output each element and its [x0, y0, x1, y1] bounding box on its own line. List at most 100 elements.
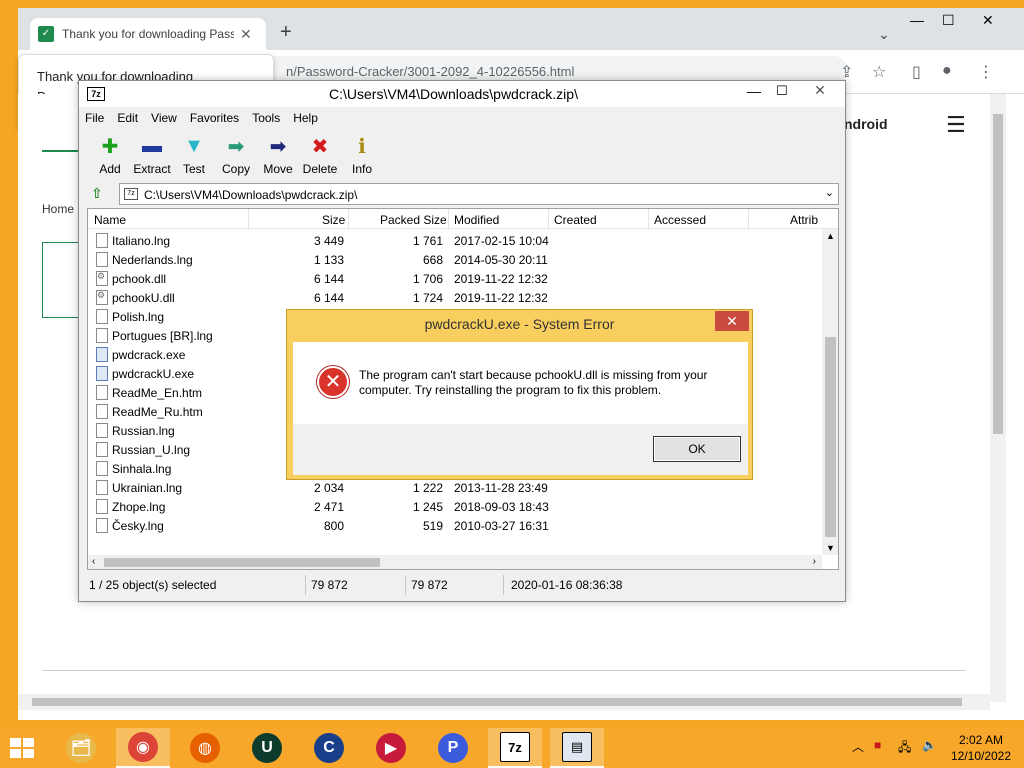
col-sep[interactable]: [248, 209, 249, 229]
file-name: Italiano.lng: [112, 234, 171, 248]
taskbar-notepad-button[interactable]: ▤: [550, 728, 604, 768]
col-attrib[interactable]: Attrib: [790, 213, 818, 227]
up-folder-icon[interactable]: ⇧: [91, 185, 103, 202]
col-created[interactable]: Created: [554, 213, 597, 227]
menu-view[interactable]: View: [151, 111, 177, 125]
list-vertical-scrollbar[interactable]: ▲ ▼: [822, 229, 838, 555]
taskbar-file-explorer-button[interactable]: 🗂: [54, 728, 108, 768]
file-name: Russian_U.lng: [112, 443, 191, 457]
site-nav-android[interactable]: ndroid: [844, 116, 888, 132]
toolbar-add-button[interactable]: ✚ Add: [89, 133, 131, 177]
7zip-title: C:\Users\VM4\Downloads\pwdcrack.zip\: [329, 86, 578, 102]
file-row[interactable]: pchook.dll 6 144 1 706 2019-11-22 12:32: [88, 269, 818, 288]
7zip-minimize-icon[interactable]: —: [747, 83, 761, 99]
profile-avatar-icon[interactable]: ●: [942, 62, 952, 80]
file-name: Portugues [BR].lng: [112, 329, 213, 343]
list-horizontal-scrollbar[interactable]: ‹ ›: [88, 555, 822, 569]
tray-chevron-icon[interactable]: ︿: [852, 738, 864, 755]
tray-recorder-icon[interactable]: ■: [874, 738, 881, 752]
7zip-address-input[interactable]: 7z C:\Users\VM4\Downloads\pwdcrack.zip\ …: [119, 183, 839, 205]
tray-network-icon[interactable]: 🖧: [898, 738, 911, 759]
col-sep[interactable]: [748, 209, 749, 229]
col-sep[interactable]: [348, 209, 349, 229]
minimize-icon[interactable]: —: [910, 12, 924, 28]
tab-search-chevron-icon[interactable]: ⌄: [878, 26, 890, 43]
menu-tools[interactable]: Tools: [252, 111, 280, 125]
tab-strip: ✓ Thank you for downloading Pass ✕ + ⌄ —…: [18, 8, 1024, 50]
start-windows-icon[interactable]: [10, 738, 36, 760]
new-tab-button[interactable]: +: [280, 22, 292, 42]
file-row[interactable]: Italiano.lng 3 449 1 761 2017-02-15 10:04: [88, 231, 818, 250]
toolbar-test-button[interactable]: ▼ Test: [173, 133, 215, 177]
toolbar-move-button[interactable]: ➡ Move: [257, 133, 299, 177]
hamburger-menu-icon[interactable]: ☰: [946, 112, 966, 138]
scroll-left-icon[interactable]: ‹: [92, 556, 95, 567]
col-packed-size[interactable]: Packed Size: [380, 213, 447, 227]
page-scroll-thumb[interactable]: [993, 114, 1003, 434]
menu-help[interactable]: Help: [293, 111, 318, 125]
file-row[interactable]: Zhope.lng 2 471 1 245 2018-09-03 18:43: [88, 497, 818, 516]
scroll-up-icon[interactable]: ▲: [826, 231, 835, 241]
file-row[interactable]: Ukrainian.lng 2 034 1 222 2013-11-28 23:49: [88, 478, 818, 497]
menu-favorites[interactable]: Favorites: [190, 111, 239, 125]
file-row[interactable]: Nederlands.lng 1 133 668 2014-05-30 20:11: [88, 250, 818, 269]
taskbar-p-app-button[interactable]: P: [426, 728, 480, 768]
7zip-maximize-icon[interactable]: ☐: [776, 83, 788, 99]
divider: [42, 670, 966, 671]
menu-edit[interactable]: Edit: [117, 111, 138, 125]
col-size[interactable]: Size: [322, 213, 345, 227]
breadcrumb-home[interactable]: Home: [42, 202, 74, 216]
col-sep[interactable]: [648, 209, 649, 229]
tray-volume-icon[interactable]: 🔈: [922, 738, 937, 752]
toolbar-delete-button[interactable]: ✖ Delete: [299, 133, 341, 177]
taskbar-ccleaner-button[interactable]: C: [302, 728, 356, 768]
toolbar-info-button[interactable]: ℹ Info: [341, 133, 383, 177]
file-packed-size: 668: [422, 253, 443, 267]
list-hscroll-thumb[interactable]: [104, 558, 380, 567]
tab-close-icon[interactable]: ✕: [240, 26, 252, 43]
7zip-close-icon[interactable]: ✕: [803, 82, 837, 100]
toolbar-copy-button[interactable]: ➡ Copy: [215, 133, 257, 177]
file-name: Sinhala.lng: [112, 462, 172, 476]
file-icon: [96, 518, 108, 533]
scroll-right-icon[interactable]: ›: [813, 556, 816, 567]
address-dropdown-icon[interactable]: ⌄: [825, 186, 834, 199]
browser-tab[interactable]: ✓ Thank you for downloading Pass ✕: [30, 18, 266, 50]
taskbar-chrome-button[interactable]: ◉: [116, 728, 170, 768]
scroll-down-icon[interactable]: ▼: [826, 543, 835, 553]
status-size: 79 872: [311, 578, 348, 592]
u-app-icon: U: [252, 733, 282, 763]
ok-button[interactable]: OK: [653, 436, 741, 462]
share-icon[interactable]: ⇪: [840, 62, 853, 82]
menu-kebab-icon[interactable]: ⋮: [978, 62, 994, 82]
file-packed-size: 1 706: [412, 272, 443, 286]
archive-icon: 7z: [124, 188, 138, 200]
side-panel-icon[interactable]: ▯: [912, 62, 921, 82]
bookmark-star-icon[interactable]: ☆: [872, 62, 886, 82]
col-modified[interactable]: Modified: [454, 213, 499, 227]
close-icon[interactable]: ✕: [982, 12, 994, 29]
error-close-icon[interactable]: ✕: [715, 311, 749, 331]
taskbar-7zip-button[interactable]: 7z: [488, 728, 542, 768]
taskbar-video-recorder-button[interactable]: ▶: [364, 728, 418, 768]
col-accessed[interactable]: Accessed: [654, 213, 706, 227]
file-row[interactable]: Česky.lng 800 519 2010-03-27 16:31: [88, 516, 818, 535]
7zip-title-bar[interactable]: 7z C:\Users\VM4\Downloads\pwdcrack.zip\ …: [79, 81, 845, 107]
col-sep[interactable]: [548, 209, 549, 229]
maximize-icon[interactable]: ☐: [942, 12, 955, 29]
taskbar-u-app-button[interactable]: U: [240, 728, 294, 768]
page-hscroll-thumb[interactable]: [32, 698, 962, 706]
list-scroll-thumb[interactable]: [825, 337, 836, 537]
file-icon: [96, 461, 108, 476]
col-name[interactable]: Name: [94, 213, 126, 227]
7zip-toolbar: ✚ Add ▬ Extract ▼ Test ➡ Copy ➡ Move ✖ Delete ℹ Info: [89, 133, 383, 177]
file-explorer-icon: 🗂: [66, 733, 96, 763]
page-vertical-scrollbar[interactable]: [990, 94, 1006, 702]
page-horizontal-scrollbar[interactable]: [18, 694, 990, 710]
toolbar-extract-button[interactable]: ▬ Extract: [131, 133, 173, 177]
col-sep[interactable]: [448, 209, 449, 229]
menu-file[interactable]: File: [85, 111, 104, 125]
taskbar-clock[interactable]: 2:02 AM 12/10/2022: [946, 732, 1016, 764]
file-row[interactable]: pchookU.dll 6 144 1 724 2019-11-22 12:32: [88, 288, 818, 307]
taskbar-firefox-button[interactable]: ◍: [178, 728, 232, 768]
